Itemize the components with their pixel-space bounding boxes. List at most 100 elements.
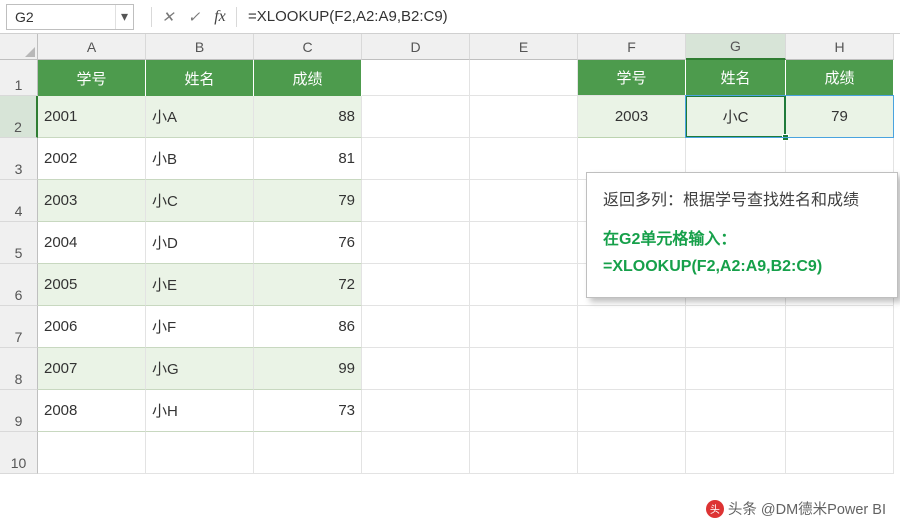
cell-H9[interactable] <box>786 390 894 432</box>
cell-H8[interactable] <box>786 348 894 390</box>
cell-B1[interactable]: 姓名 <box>146 60 254 96</box>
row-header-6[interactable]: 6 <box>0 264 38 306</box>
annotation-box: 返回多列：根据学号查找姓名和成绩 在G2单元格输入： =XLOOKUP(F2,A… <box>586 172 898 298</box>
cell-A4[interactable]: 2003 <box>38 180 146 222</box>
cell-A8[interactable]: 2007 <box>38 348 146 390</box>
cell-B8[interactable]: 小G <box>146 348 254 390</box>
row-header-9[interactable]: 9 <box>0 390 38 432</box>
cell-H2[interactable]: 79 <box>786 96 894 138</box>
cancel-formula-icon[interactable]: ✕ <box>155 4 181 30</box>
name-box-container[interactable]: G2 ▾ <box>6 4 134 30</box>
cell-H1[interactable]: 成绩 <box>786 60 894 96</box>
col-header-B[interactable]: B <box>146 34 254 60</box>
select-all-corner[interactable] <box>0 34 38 60</box>
cell-A1[interactable]: 学号 <box>38 60 146 96</box>
cell-D4[interactable] <box>362 180 470 222</box>
cell-D7[interactable] <box>362 306 470 348</box>
cell-H10[interactable] <box>786 432 894 474</box>
cell-F2[interactable]: 2003 <box>578 96 686 138</box>
cell-C4[interactable]: 79 <box>254 180 362 222</box>
col-header-A[interactable]: A <box>38 34 146 60</box>
cell-E9[interactable] <box>470 390 578 432</box>
cell-B2[interactable]: 小A <box>146 96 254 138</box>
note-line-3: =XLOOKUP(F2,A2:A9,B2:C9) <box>603 253 881 280</box>
cell-E8[interactable] <box>470 348 578 390</box>
cell-A6[interactable]: 2005 <box>38 264 146 306</box>
row-header-2[interactable]: 2 <box>0 96 38 138</box>
cell-F10[interactable] <box>578 432 686 474</box>
col-header-D[interactable]: D <box>362 34 470 60</box>
cell-E7[interactable] <box>470 306 578 348</box>
cell-B6[interactable]: 小E <box>146 264 254 306</box>
cell-B5[interactable]: 小D <box>146 222 254 264</box>
cell-F1[interactable]: 学号 <box>578 60 686 96</box>
cell-F7[interactable] <box>578 306 686 348</box>
cell-B7[interactable]: 小F <box>146 306 254 348</box>
cell-E2[interactable] <box>470 96 578 138</box>
cell-C5[interactable]: 76 <box>254 222 362 264</box>
name-box[interactable]: G2 <box>7 9 115 25</box>
fill-handle[interactable] <box>782 134 789 141</box>
cell-E1[interactable] <box>470 60 578 96</box>
note-line-1: 返回多列：根据学号查找姓名和成绩 <box>603 187 881 214</box>
cell-C1[interactable]: 成绩 <box>254 60 362 96</box>
cell-A9[interactable]: 2008 <box>38 390 146 432</box>
cell-E4[interactable] <box>470 180 578 222</box>
col-header-C[interactable]: C <box>254 34 362 60</box>
row-header-4[interactable]: 4 <box>0 180 38 222</box>
cell-D5[interactable] <box>362 222 470 264</box>
enter-formula-icon[interactable]: ✓ <box>181 4 207 30</box>
cell-C8[interactable]: 99 <box>254 348 362 390</box>
cell-G7[interactable] <box>686 306 786 348</box>
col-header-G[interactable]: G <box>686 34 786 60</box>
cell-A7[interactable]: 2006 <box>38 306 146 348</box>
col-header-E[interactable]: E <box>470 34 578 60</box>
cell-G2[interactable]: 小C <box>686 96 786 138</box>
row-header-8[interactable]: 8 <box>0 348 38 390</box>
cell-C3[interactable]: 81 <box>254 138 362 180</box>
cell-B10[interactable] <box>146 432 254 474</box>
cell-B9[interactable]: 小H <box>146 390 254 432</box>
cell-G9[interactable] <box>686 390 786 432</box>
cell-E5[interactable] <box>470 222 578 264</box>
cell-B4[interactable]: 小C <box>146 180 254 222</box>
cell-A5[interactable]: 2004 <box>38 222 146 264</box>
watermark-logo-icon: 头 <box>706 500 724 518</box>
cell-D8[interactable] <box>362 348 470 390</box>
row-header-10[interactable]: 10 <box>0 432 38 474</box>
cell-D2[interactable] <box>362 96 470 138</box>
cell-D10[interactable] <box>362 432 470 474</box>
row-header-3[interactable]: 3 <box>0 138 38 180</box>
cell-D6[interactable] <box>362 264 470 306</box>
formula-input[interactable]: =XLOOKUP(F2,A2:A9,B2:C9) <box>240 4 900 30</box>
cell-D9[interactable] <box>362 390 470 432</box>
cell-G8[interactable] <box>686 348 786 390</box>
cell-C7[interactable]: 86 <box>254 306 362 348</box>
name-box-dropdown-icon[interactable]: ▾ <box>115 5 133 29</box>
cell-A2[interactable]: 2001 <box>38 96 146 138</box>
cell-F9[interactable] <box>578 390 686 432</box>
cell-C6[interactable]: 72 <box>254 264 362 306</box>
cell-G1[interactable]: 姓名 <box>686 60 786 96</box>
cell-C9[interactable]: 73 <box>254 390 362 432</box>
cell-C10[interactable] <box>254 432 362 474</box>
cell-B3[interactable]: 小B <box>146 138 254 180</box>
cell-D3[interactable] <box>362 138 470 180</box>
cell-A10[interactable] <box>38 432 146 474</box>
cell-E10[interactable] <box>470 432 578 474</box>
fx-icon[interactable]: fx <box>207 4 233 30</box>
cell-C2[interactable]: 88 <box>254 96 362 138</box>
row-header-7[interactable]: 7 <box>0 306 38 348</box>
cell-G10[interactable] <box>686 432 786 474</box>
cell-F8[interactable] <box>578 348 686 390</box>
cell-E3[interactable] <box>470 138 578 180</box>
cell-E6[interactable] <box>470 264 578 306</box>
row-header-1[interactable]: 1 <box>0 60 38 96</box>
cell-H7[interactable] <box>786 306 894 348</box>
col-header-H[interactable]: H <box>786 34 894 60</box>
watermark-prefix: 头条 <box>728 498 757 519</box>
row-header-5[interactable]: 5 <box>0 222 38 264</box>
cell-A3[interactable]: 2002 <box>38 138 146 180</box>
col-header-F[interactable]: F <box>578 34 686 60</box>
cell-D1[interactable] <box>362 60 470 96</box>
